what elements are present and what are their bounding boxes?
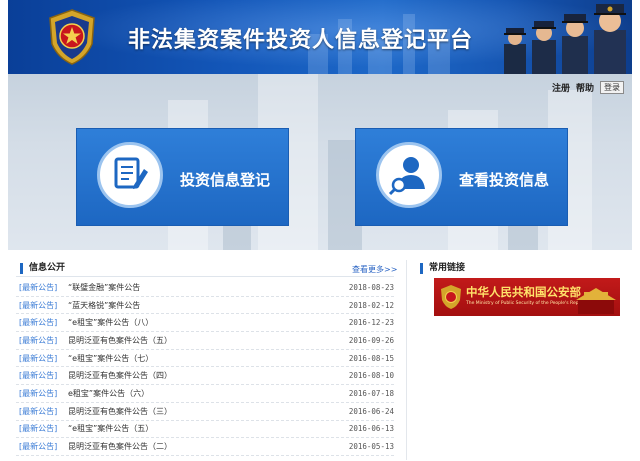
help-link[interactable]: 帮助: [576, 81, 594, 94]
user-search-icon: [376, 142, 442, 208]
top-links: 注册 帮助 登录: [552, 81, 624, 94]
news-tag[interactable]: [最新公告]: [16, 353, 68, 364]
news-row[interactable]: [最新公告] “蓝天格锐”案件公告 2018-02-12: [16, 297, 394, 315]
news-row[interactable]: [最新公告] “e租宝”案件公告（八） 2016-12-23: [16, 314, 394, 333]
news-row[interactable]: [最新公告] “联璧金融”案件公告 2018-08-23: [16, 279, 394, 297]
hero-area: 注册 帮助 登录 投资信息登记 查看投资信息: [8, 74, 632, 250]
more-news-link[interactable]: 查看更多>>: [352, 264, 397, 275]
news-row[interactable]: [最新公告] “e租宝”案件公告（五） 2016-06-13: [16, 421, 394, 439]
document-edit-icon: [97, 142, 163, 208]
news-title[interactable]: “e租宝”案件公告（八）: [68, 317, 342, 328]
news-tag[interactable]: [最新公告]: [16, 388, 68, 399]
view-invest-label: 查看投资信息: [459, 171, 550, 189]
column-divider: [406, 260, 407, 460]
site-title: 非法集资案件投资人信息登记平台: [128, 28, 474, 53]
police-emblem-icon: [49, 9, 95, 65]
news-title[interactable]: 昆明泛亚有色案件公告（五）: [68, 335, 342, 346]
news-row[interactable]: [最新公告] 昆明泛亚有色案件公告（二） 2016-05-13: [16, 438, 394, 456]
news-date: 2016-08-15: [348, 353, 394, 363]
news-tag[interactable]: [最新公告]: [16, 335, 68, 346]
news-row[interactable]: [最新公告] 昆明泛亚有色案件公告（四） 2016-08-10: [16, 367, 394, 386]
news-date: 2018-08-23: [348, 282, 394, 292]
news-row[interactable]: [最新公告] e租宝”案件公告（六） 2016-07-18: [16, 385, 394, 403]
tiananmen-icon: [576, 288, 616, 314]
police-officers-image: [504, 4, 626, 74]
news-title[interactable]: “e租宝”案件公告（七）: [68, 353, 342, 364]
news-tag[interactable]: [最新公告]: [16, 370, 68, 381]
news-row[interactable]: [最新公告] 昆明泛亚有色案件公告（三） 2016-06-24: [16, 403, 394, 421]
news-date: 2016-09-26: [348, 335, 394, 345]
news-date: 2016-12-23: [348, 318, 394, 328]
invest-register-button[interactable]: 投资信息登记: [76, 128, 289, 226]
news-title[interactable]: “联璧金融”案件公告: [68, 282, 342, 293]
view-invest-button[interactable]: 查看投资信息: [355, 128, 568, 226]
news-title[interactable]: 昆明泛亚有色案件公告（四）: [68, 370, 342, 381]
invest-register-label: 投资信息登记: [180, 171, 271, 189]
news-date: 2016-07-18: [348, 388, 394, 398]
header-banner: 非法集资案件投资人信息登记平台: [8, 0, 632, 74]
news-row[interactable]: [最新公告] 昆明泛亚有色案件公告（五） 2016-09-26: [16, 332, 394, 350]
news-tag[interactable]: [最新公告]: [16, 441, 68, 452]
news-row[interactable]: [最新公告] “e租宝”案件公告（七） 2016-08-15: [16, 350, 394, 368]
news-title[interactable]: 昆明泛亚有色案件公告（二）: [68, 441, 342, 452]
news-list: [最新公告] “联璧金融”案件公告 2018-08-23 [最新公告] “蓝天格锐”案件…: [16, 279, 394, 456]
news-title[interactable]: 昆明泛亚有色案件公告（三）: [68, 406, 342, 417]
news-tag[interactable]: [最新公告]: [16, 423, 68, 434]
news-title[interactable]: “蓝天格锐”案件公告: [68, 300, 342, 311]
news-section-title: 信息公开: [20, 263, 65, 274]
news-title[interactable]: e租宝”案件公告（六）: [68, 388, 342, 399]
news-tag[interactable]: [最新公告]: [16, 300, 68, 311]
news-title[interactable]: “e租宝”案件公告（五）: [68, 423, 342, 434]
news-tag[interactable]: [最新公告]: [16, 406, 68, 417]
news-date: 2018-02-12: [348, 300, 394, 310]
news-date: 2016-06-24: [348, 406, 394, 416]
login-button[interactable]: 登录: [600, 81, 624, 94]
police-emblem-icon: [441, 285, 461, 309]
news-date: 2016-08-10: [348, 371, 394, 381]
links-section-title: 常用链接: [420, 263, 465, 274]
mps-link-banner[interactable]: 中华人民共和国公安部 The Ministry of Public Securi…: [434, 278, 620, 316]
register-link[interactable]: 注册: [552, 81, 570, 94]
news-date: 2016-06-13: [348, 424, 394, 434]
news-tag[interactable]: [最新公告]: [16, 317, 68, 328]
divider: [16, 276, 394, 277]
mps-name: 中华人民共和国公安部: [466, 285, 581, 299]
news-tag[interactable]: [最新公告]: [16, 282, 68, 293]
news-date: 2016-05-13: [348, 442, 394, 452]
